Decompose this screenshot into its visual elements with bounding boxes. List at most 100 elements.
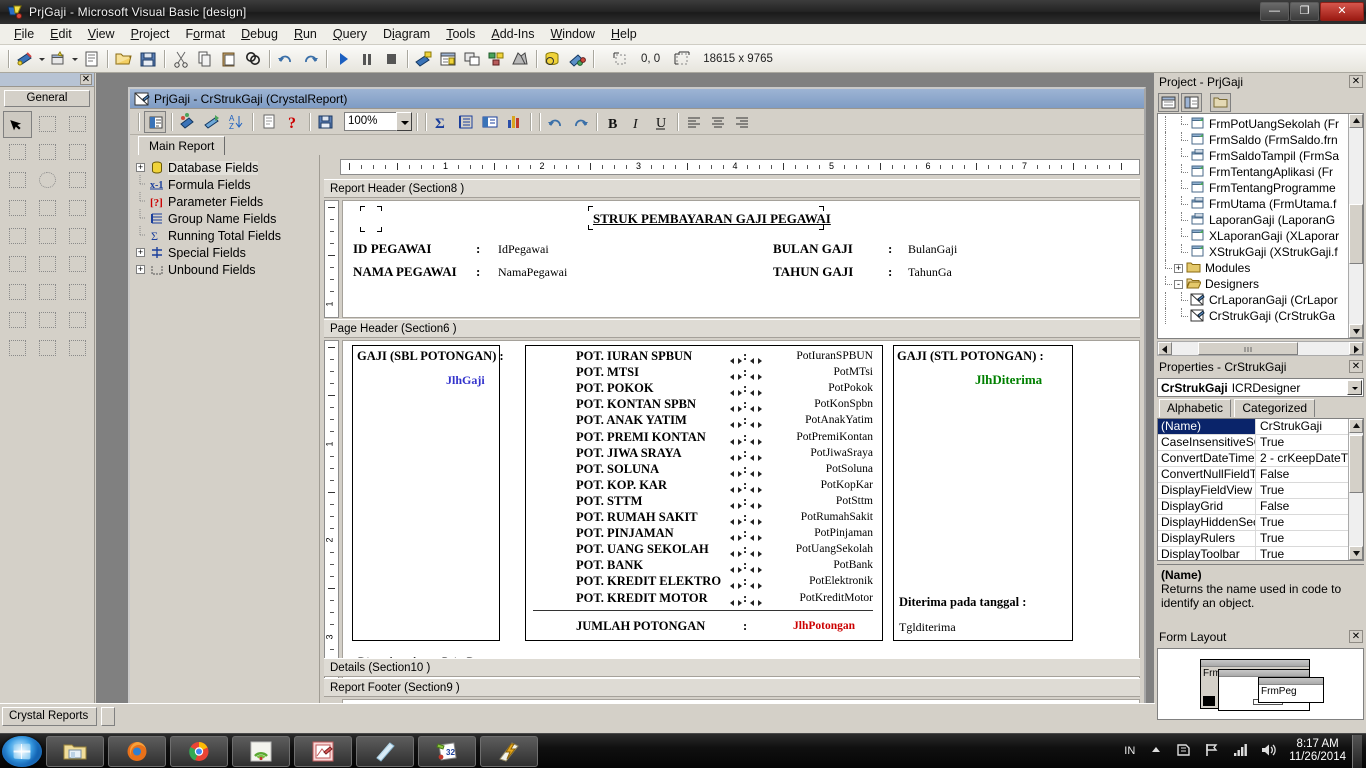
properties-scroll-thumb[interactable]	[1349, 435, 1363, 493]
toggle-folders-icon[interactable]	[1210, 92, 1231, 112]
deduction-label-13[interactable]: POT. BANK	[576, 558, 643, 573]
field-explorer-item-unbound-fields[interactable]: + Unbound Fields	[136, 261, 319, 278]
deduction-field-9[interactable]: PotSttm	[836, 495, 873, 507]
field-sep-tahun-gaji[interactable]: :	[888, 264, 892, 280]
deduction-field-1[interactable]: PotMTsi	[834, 366, 873, 378]
align-right-icon[interactable]	[731, 111, 753, 133]
property-value[interactable]: 2 - crKeepDateTim	[1256, 451, 1348, 466]
property-row[interactable]: DisplayHiddenSectionTrue	[1158, 515, 1348, 531]
end-icon[interactable]	[380, 48, 402, 70]
label-gaji-sbl-potongan[interactable]: GAJI (SBL POTONGAN) :	[357, 349, 504, 364]
deduction-label-11[interactable]: POT. PINJAMAN	[576, 526, 674, 541]
align-left-icon[interactable]	[683, 111, 705, 133]
sep-jumlah-potongan[interactable]: :	[743, 619, 747, 634]
add-form-dropdown-icon[interactable]	[70, 48, 79, 70]
property-value[interactable]: CrStrukGaji	[1256, 419, 1348, 434]
add-form-icon[interactable]	[47, 48, 69, 70]
project-tree-item[interactable]: CrLaporanGaji (CrLapor	[1158, 292, 1347, 308]
listbox-tool[interactable]	[3, 195, 32, 222]
field-value-nama-pegawai[interactable]: NamaPegawai	[498, 265, 567, 280]
firefox-icon[interactable]	[108, 735, 166, 767]
insert-group-icon[interactable]	[455, 111, 477, 133]
menu-add-ins[interactable]: Add-Ins	[483, 25, 542, 43]
field-label-id-pegawai[interactable]: ID PEGAWAI	[353, 241, 431, 257]
scroll-left-arrow-icon[interactable]	[1158, 342, 1172, 355]
deduction-field-15[interactable]: PotKreditMotor	[800, 592, 873, 604]
field-label-nama-pegawai[interactable]: NAMA PEGAWAI	[353, 264, 457, 280]
zoom-combobox[interactable]: 100%	[344, 112, 396, 131]
field-jlh-diterima[interactable]: JlhDiterima	[975, 372, 1042, 388]
deduction-label-14[interactable]: POT. KREDIT ELEKTRO	[576, 574, 721, 589]
menu-run[interactable]: Run	[286, 25, 325, 43]
start-icon[interactable]	[332, 48, 354, 70]
show-hidden-icons-icon[interactable]	[1146, 740, 1168, 762]
save-project-icon[interactable]	[137, 48, 159, 70]
deduction-label-0[interactable]: POT. IURAN SPBUN	[576, 349, 692, 364]
object-browser-icon[interactable]	[485, 48, 507, 70]
deduction-field-14[interactable]: PotElektronik	[809, 575, 873, 587]
field-value-tahun-gaji[interactable]: TahunGa	[908, 265, 952, 280]
datarepeater-tool[interactable]	[63, 335, 92, 362]
field-explorer-item-parameter-fields[interactable]: [?] Parameter Fields	[136, 191, 319, 210]
frame-tool[interactable]	[33, 139, 62, 166]
deduction-field-7[interactable]: PotSoluna	[826, 463, 873, 475]
optionbutton-tool[interactable]	[33, 167, 62, 194]
menu-tools[interactable]: Tools	[438, 25, 483, 43]
scroll-down-arrow-icon[interactable]	[1349, 546, 1363, 560]
project-tree-item[interactable]: + Modules	[1158, 260, 1347, 276]
datalist-tool[interactable]	[63, 307, 92, 334]
msflexgrid-tool[interactable]	[33, 335, 62, 362]
dirlistbox-tool[interactable]	[63, 223, 92, 250]
project-tree-item[interactable]: FrmUtama (FrmUtama.f	[1158, 196, 1347, 212]
deduction-label-8[interactable]: POT. KOP. KAR	[576, 478, 667, 493]
label-gaji-stl-potongan[interactable]: GAJI (STL POTONGAN) :	[897, 349, 1044, 364]
field-explorer-item-group-name-fields[interactable]: Group Name Fields	[136, 208, 319, 227]
field-value-bulan-gaji[interactable]: BulanGaji	[908, 242, 957, 257]
toolbox-tab-general[interactable]: General	[4, 90, 90, 107]
project-tree-item[interactable]: FrmTentangAplikasi (Fr	[1158, 164, 1347, 180]
expand-toggle-icon[interactable]: +	[136, 265, 145, 274]
properties-window-icon[interactable]	[437, 48, 459, 70]
deduction-label-4[interactable]: POT. ANAK YATIM	[576, 413, 687, 428]
group-sort-icon[interactable]: AZ	[225, 111, 247, 133]
label-tool[interactable]	[63, 111, 92, 138]
toolbox-close-button[interactable]: ✕	[80, 74, 92, 85]
report-options-icon[interactable]	[258, 111, 280, 133]
deduction-field-11[interactable]: PotPinjaman	[814, 527, 873, 539]
maximize-button[interactable]: ❐	[1290, 2, 1319, 21]
form-layout-icon[interactable]	[461, 48, 483, 70]
property-value[interactable]: True	[1256, 435, 1348, 450]
visual-component-manager-icon[interactable]	[566, 48, 588, 70]
calendar-icon[interactable]: 32	[418, 735, 476, 767]
view-object-icon[interactable]	[1181, 92, 1202, 112]
hscroll-thumb[interactable]	[1198, 342, 1298, 355]
expand-toggle-icon[interactable]: -	[1174, 279, 1183, 289]
section-page-header-label[interactable]: Page Header (Section6 )	[324, 319, 1140, 338]
insert-summary-icon[interactable]	[177, 111, 199, 133]
shape-tool[interactable]	[33, 251, 62, 278]
section-details-label[interactable]: Details (Section10 )	[324, 658, 1140, 677]
property-row[interactable]: CaseInsensitiveSQLTrue	[1158, 435, 1348, 451]
checkbox-tool[interactable]	[3, 167, 32, 194]
report-header-canvas[interactable]: STRUK PEMBAYARAN GAJI PEGAWAI ID PEGAWAI…	[342, 200, 1140, 318]
insert-subreport-icon[interactable]	[479, 111, 501, 133]
expand-toggle-icon[interactable]: +	[136, 163, 145, 172]
break-icon[interactable]	[356, 48, 378, 70]
gaji-sebelum-potongan-box[interactable]	[352, 345, 500, 641]
project-tree[interactable]: FrmPotUangSekolah (Fr FrmSaldo (FrmSaldo.…	[1157, 113, 1364, 339]
project-tree-item[interactable]: FrmTentangProgramme	[1158, 180, 1347, 196]
save-report-icon[interactable]	[315, 111, 337, 133]
windows-explorer-icon[interactable]	[46, 735, 104, 767]
label-diterima-pada-tanggal[interactable]: Diterima pada tanggal :	[899, 595, 1026, 610]
chrome-icon[interactable]	[170, 735, 228, 767]
field-label-tahun-gaji[interactable]: TAHUN GAJI	[773, 264, 853, 280]
field-explorer-item-database-fields[interactable]: + Database Fields	[136, 159, 319, 176]
drivelistbox-tool[interactable]	[33, 223, 62, 250]
property-value[interactable]: False	[1256, 467, 1348, 482]
field-explorer-item-running-total-fields[interactable]: Σ Running Total Fields	[136, 225, 319, 244]
find-icon[interactable]	[242, 48, 264, 70]
add-project-dropdown-icon[interactable]	[37, 48, 46, 70]
project-tree-item[interactable]: - Designers	[1158, 276, 1347, 292]
signal-icon[interactable]	[1230, 740, 1252, 762]
project-tree-item[interactable]: CrStrukGaji (CrStrukGa	[1158, 308, 1347, 324]
